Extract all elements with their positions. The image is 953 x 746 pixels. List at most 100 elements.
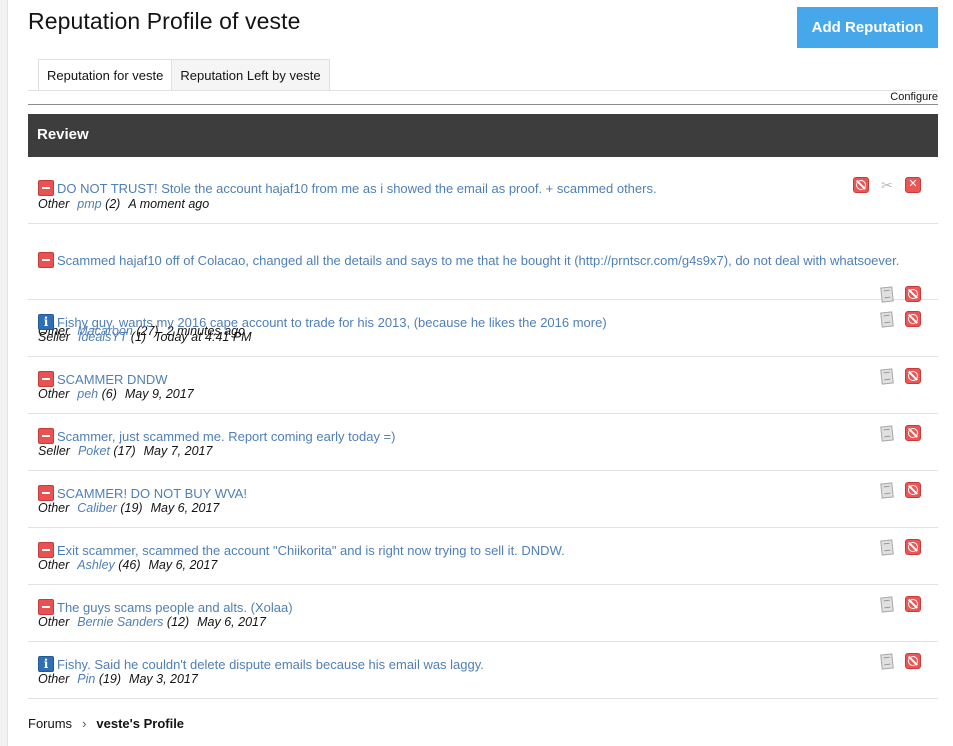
note-icon[interactable] [879,596,895,612]
negative-rep-icon [38,180,54,196]
reputation-entry: i Fishy. Said he couldn't delete dispute … [28,642,938,699]
entry-actions [879,368,921,384]
tab-reputation-for[interactable]: Reputation for veste [38,59,173,91]
entry-message-link[interactable]: SCAMMER DNDW [57,372,168,387]
entry-timestamp: Today at 4:41 PM [154,330,252,344]
entry-message-link[interactable]: Fishy guy, wants my 2016 cape account to… [57,315,607,330]
reputation-entry: SCAMMER DNDW Other peh (6) May 9, 2017 [28,357,938,414]
entry-actions [879,653,921,669]
entry-username-link[interactable]: Caliber [77,501,117,515]
tab-bar: Reputation for veste Reputation Left by … [38,59,330,91]
entry-type: Other [38,501,70,515]
entry-message-link[interactable]: Scammed hajaf10 off of Colacao, changed … [57,253,899,268]
entry-message-line: Scammer, just scammed me. Report coming … [38,428,395,444]
entry-message-line: DO NOT TRUST! Stole the account hajaf10 … [38,180,657,196]
entry-user-rep-count: (6) [98,387,117,401]
note-icon[interactable] [879,311,895,327]
delete-icon[interactable]: ✕ [905,177,921,193]
neutral-rep-icon: i [38,314,54,330]
negative-rep-icon [38,252,54,268]
reputation-entry: DO NOT TRUST! Stole the account hajaf10 … [28,166,938,224]
entry-meta: Seller IdealsYT (1) Today at 4:41 PM [38,330,252,344]
entry-type: Seller [38,444,70,458]
entry-actions [879,482,921,498]
add-reputation-button[interactable]: Add Reputation [797,7,938,48]
note-icon[interactable] [879,425,895,441]
entry-type: Other [38,387,70,401]
entry-timestamp: A moment ago [128,197,210,211]
reputation-list: DO NOT TRUST! Stole the account hajaf10 … [28,166,938,699]
reputation-entry: SCAMMER! DO NOT BUY WVA! Other Caliber (19… [28,471,938,528]
entry-username-link[interactable]: IdealsYT [78,330,127,344]
reputation-entry: Exit scammer, scammed the account "Chiik… [28,528,938,585]
left-rail [0,0,8,746]
entry-username-link[interactable]: Poket [78,444,110,458]
entry-username-link[interactable]: peh [77,387,98,401]
note-icon[interactable] [879,368,895,384]
entry-user-rep-count: (19) [116,501,143,515]
configure-link[interactable]: Configure [890,91,938,103]
entry-timestamp: May 6, 2017 [148,558,218,572]
entry-message-line: Exit scammer, scammed the account "Chiik… [38,542,565,558]
entry-meta: Other Pin (19) May 3, 2017 [38,672,198,686]
entry-user-rep-count: (1) [127,330,147,344]
entry-user-rep-count: (46) [114,558,141,572]
scissors-icon[interactable]: ✂ [879,177,895,193]
breadcrumb-separator: › [82,716,87,731]
breadcrumb-current: veste's Profile [96,716,185,731]
ban-icon[interactable] [905,425,921,441]
entry-user-rep-count: (19) [95,672,122,686]
negative-rep-icon [38,542,54,558]
review-header: Review [28,114,938,157]
entry-message-link[interactable]: DO NOT TRUST! Stole the account hajaf10 … [57,181,657,196]
entry-message-link[interactable]: SCAMMER! DO NOT BUY WVA! [57,486,247,501]
reputation-entry: Scammer, just scammed me. Report coming … [28,414,938,471]
negative-rep-icon [38,599,54,615]
entry-actions [879,311,921,327]
ban-icon[interactable] [905,368,921,384]
note-icon[interactable] [879,539,895,555]
ban-icon[interactable] [905,539,921,555]
entry-type: Seller [38,330,70,344]
entry-message-link[interactable]: Exit scammer, scammed the account "Chiik… [57,543,565,558]
entry-meta: Other pmp (2) A moment ago [38,197,209,211]
entry-actions [879,539,921,555]
entry-user-rep-count: (12) [163,615,190,629]
breadcrumb-forums[interactable]: Forums [28,716,72,731]
entry-actions [879,425,921,441]
tab-reputation-left-by[interactable]: Reputation Left by veste [172,59,330,91]
entry-message-link[interactable]: Fishy. Said he couldn't delete dispute e… [57,657,484,672]
entry-meta: Other Caliber (19) May 6, 2017 [38,501,219,515]
entry-type: Other [38,672,70,686]
ban-icon[interactable] [853,177,869,193]
entry-message-line: SCAMMER! DO NOT BUY WVA! [38,485,247,501]
entry-message-link[interactable]: The guys scams people and alts. (Xolaa) [57,600,293,615]
entry-actions: ✂ ✕ [853,177,921,193]
content-divider [28,104,938,105]
note-icon[interactable] [879,482,895,498]
entry-username-link[interactable]: Bernie Sanders [77,615,163,629]
ban-icon[interactable] [905,596,921,612]
entry-timestamp: May 3, 2017 [129,672,198,686]
negative-rep-icon [38,428,54,444]
reputation-entry: i Fishy guy, wants my 2016 cape account t… [28,300,938,357]
entry-message-line: The guys scams people and alts. (Xolaa) [38,599,293,615]
entry-username-link[interactable]: pmp [77,197,101,211]
entry-timestamp: May 7, 2017 [143,444,213,458]
entry-meta: Other Bernie Sanders (12) May 6, 2017 [38,615,266,629]
entry-message-link[interactable]: Scammer, just scammed me. Report coming … [57,429,395,444]
entry-username-link[interactable]: Ashley [77,558,115,572]
reputation-entry: The guys scams people and alts. (Xolaa) O… [28,585,938,642]
note-icon[interactable] [879,653,895,669]
page-title: Reputation Profile of veste [28,8,301,34]
entry-timestamp: May 9, 2017 [124,387,194,401]
entry-type: Other [38,558,70,572]
entry-message-line: i Fishy. Said he couldn't delete dispute … [38,656,484,672]
ban-icon[interactable] [905,311,921,327]
entry-meta: Other peh (6) May 9, 2017 [38,387,194,401]
reputation-entry: Scammed hajaf10 off of Colacao, changed … [28,224,938,338]
entry-username-link[interactable]: Pin [77,672,95,686]
ban-icon[interactable] [905,653,921,669]
breadcrumb: Forums › veste's Profile [28,716,184,731]
ban-icon[interactable] [905,482,921,498]
